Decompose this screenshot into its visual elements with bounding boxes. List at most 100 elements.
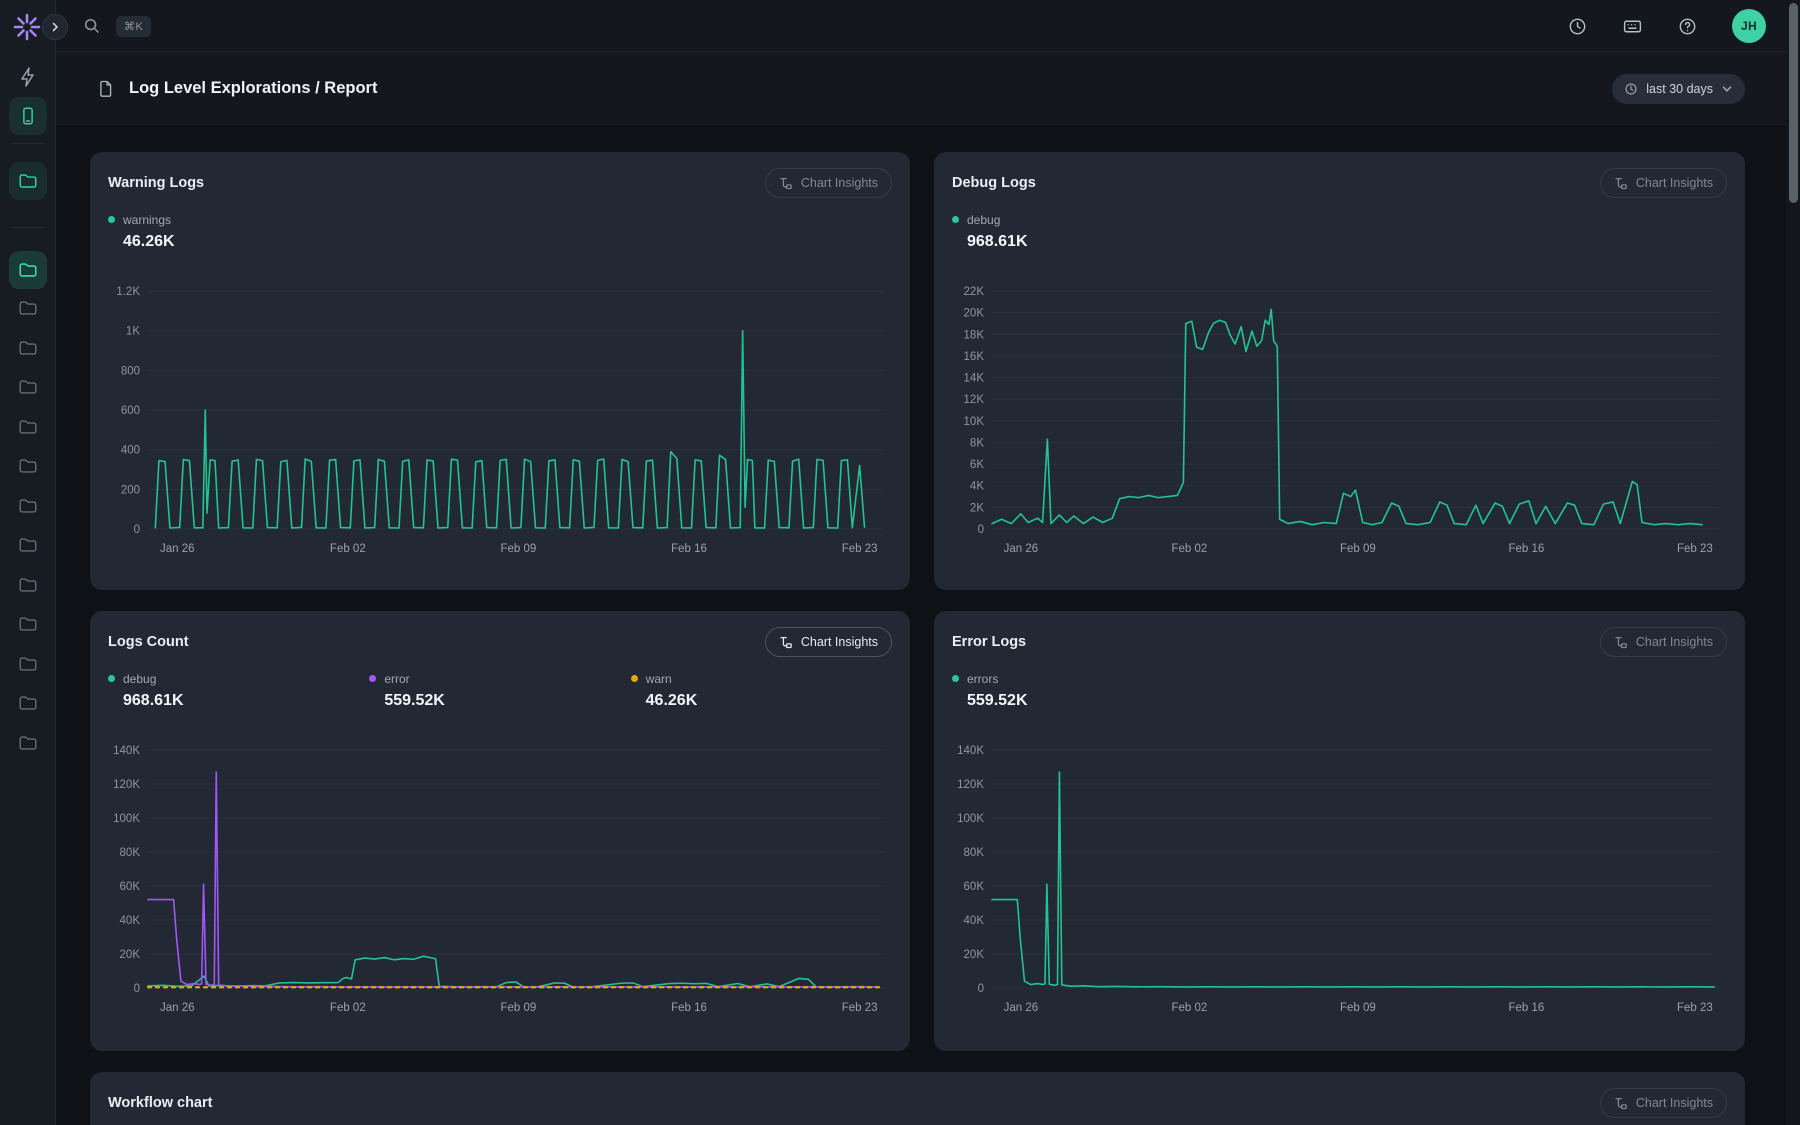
card-logs-count: Logs Count Chart Insights debug <box>90 611 910 1051</box>
svg-text:100K: 100K <box>113 813 140 825</box>
folder-icon <box>17 416 39 438</box>
nav-folder-item[interactable] <box>17 376 39 398</box>
svg-text:4K: 4K <box>970 481 984 493</box>
search-button[interactable]: ⌘K <box>82 10 151 42</box>
report-content: Warning Logs Chart Insights warnings <box>56 125 1800 1125</box>
nav-folder-item[interactable] <box>17 455 39 477</box>
folder-icon <box>17 259 39 281</box>
svg-text:Feb 23: Feb 23 <box>842 543 878 555</box>
card-title: Warning Logs <box>108 175 204 191</box>
brand-logo[interactable] <box>10 10 44 44</box>
svg-text:10K: 10K <box>964 416 985 428</box>
chart-insights-button[interactable]: Chart Insights <box>1600 168 1727 198</box>
legend-total: 968.61K <box>123 692 369 714</box>
nav-folder-selected[interactable] <box>9 251 47 289</box>
folder-icon <box>17 337 39 359</box>
svg-text:120K: 120K <box>957 779 984 791</box>
starburst-logo-icon <box>10 10 44 44</box>
logs-count-chart[interactable]: 020K40K60K80K100K120K140KJan 26Feb 02Feb… <box>108 726 892 1022</box>
card-workflow-chart: Workflow chart Chart Insights <box>90 1072 1745 1125</box>
user-avatar[interactable]: JH <box>1732 9 1766 43</box>
folder-icon <box>17 653 39 675</box>
lightning-icon <box>16 65 40 89</box>
svg-text:Jan 26: Jan 26 <box>160 1002 195 1014</box>
svg-text:100K: 100K <box>957 813 984 825</box>
svg-text:16K: 16K <box>964 351 985 363</box>
svg-text:120K: 120K <box>113 779 140 791</box>
folder-icon <box>17 455 39 477</box>
legend-debug[interactable]: debug 968.61K <box>952 211 1215 255</box>
folder-icon <box>17 613 39 635</box>
svg-text:800: 800 <box>121 365 140 377</box>
warning-logs-chart[interactable]: 02004006008001K1.2KJan 26Feb 02Feb 09Feb… <box>108 267 892 563</box>
chart-insights-button[interactable]: Chart Insights <box>765 627 892 657</box>
legend-warn[interactable]: warn 46.26K <box>631 670 892 714</box>
nav-folder-item[interactable] <box>17 416 39 438</box>
svg-text:60K: 60K <box>120 881 141 893</box>
nav-folder-item[interactable] <box>17 297 39 319</box>
debug-logs-chart[interactable]: 02K4K6K8K10K12K14K16K18K20K22KJan 26Feb … <box>952 267 1727 563</box>
legend-total: 559.52K <box>967 692 1215 714</box>
time-range-selector[interactable]: last 30 days <box>1612 74 1745 104</box>
report-file-icon <box>96 79 116 99</box>
legend-color-dot <box>369 675 376 682</box>
history-button[interactable] <box>1567 16 1588 37</box>
folder-icon <box>17 297 39 319</box>
svg-text:Feb 02: Feb 02 <box>1171 1002 1207 1014</box>
nav-folder-item[interactable] <box>17 534 39 556</box>
legend-total: 559.52K <box>384 692 630 714</box>
insights-tree-icon <box>1614 176 1628 190</box>
clock-icon <box>1624 82 1638 96</box>
legend-color-dot <box>108 675 115 682</box>
svg-text:0: 0 <box>978 524 984 536</box>
nav-folder-item[interactable] <box>17 732 39 754</box>
legend-warnings[interactable]: warnings 46.26K <box>108 211 371 255</box>
legend-color-dot <box>631 675 638 682</box>
folder-icon <box>17 732 39 754</box>
nav-folder-item[interactable] <box>17 574 39 596</box>
svg-text:600: 600 <box>121 405 140 417</box>
svg-text:Feb 23: Feb 23 <box>842 1002 878 1014</box>
help-button[interactable] <box>1677 16 1698 37</box>
nav-item-quick-actions[interactable] <box>14 63 42 91</box>
svg-text:6K: 6K <box>970 459 984 471</box>
clock-icon <box>1567 16 1588 37</box>
card-debug-logs: Debug Logs Chart Insights debug <box>934 152 1745 590</box>
nav-folder-item[interactable] <box>17 653 39 675</box>
sidebar-expand-button[interactable] <box>42 14 68 40</box>
legend-errors[interactable]: errors 559.52K <box>952 670 1215 714</box>
svg-text:1.2K: 1.2K <box>116 286 140 298</box>
legend-color-dot <box>952 216 959 223</box>
scrollbar-thumb[interactable] <box>1789 3 1798 203</box>
folder-icon <box>17 495 39 517</box>
svg-text:Feb 02: Feb 02 <box>330 543 366 555</box>
svg-text:22K: 22K <box>964 286 985 298</box>
card-title: Error Logs <box>952 634 1026 650</box>
device-icon <box>17 105 39 127</box>
nav-folder-item[interactable] <box>17 613 39 635</box>
chart-insights-button[interactable]: Chart Insights <box>1600 627 1727 657</box>
chart-insights-button[interactable]: Chart Insights <box>1600 1088 1727 1118</box>
scrollbar-track[interactable] <box>1786 0 1800 1125</box>
keyboard-shortcuts-button[interactable] <box>1622 16 1643 37</box>
legend-color-dot <box>108 216 115 223</box>
sidebar <box>0 0 56 1125</box>
sidebar-divider <box>13 143 43 144</box>
error-logs-chart[interactable]: 020K40K60K80K100K120K140KJan 26Feb 02Feb… <box>952 726 1727 1022</box>
nav-folder-item[interactable] <box>17 495 39 517</box>
nav-folder-item[interactable] <box>17 692 39 714</box>
legend-debug[interactable]: debug 968.61K <box>108 670 369 714</box>
svg-text:Feb 16: Feb 16 <box>1509 1002 1545 1014</box>
svg-text:Feb 09: Feb 09 <box>501 543 537 555</box>
svg-text:40K: 40K <box>964 915 985 927</box>
legend-error[interactable]: error 559.52K <box>369 670 630 714</box>
nav-folder-item[interactable] <box>17 337 39 359</box>
app-window: ⌘K JH <box>0 0 1800 1125</box>
svg-text:400: 400 <box>121 445 140 457</box>
chart-insights-button[interactable]: Chart Insights <box>765 168 892 198</box>
svg-text:0: 0 <box>134 983 140 995</box>
nav-folder-pinned[interactable] <box>9 162 47 200</box>
legend-total: 46.26K <box>123 233 371 255</box>
nav-item-dashboards[interactable] <box>9 97 47 135</box>
svg-text:Feb 02: Feb 02 <box>330 1002 366 1014</box>
